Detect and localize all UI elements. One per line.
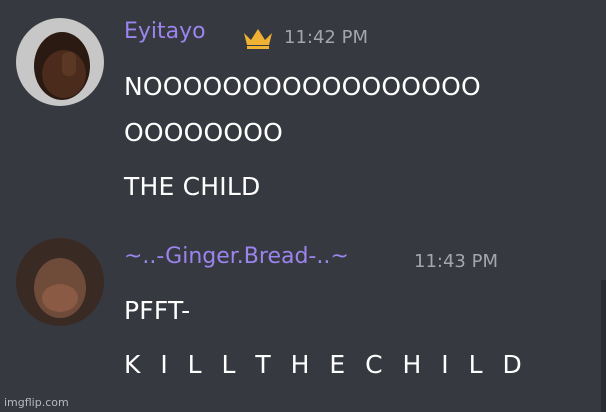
username[interactable]: ~..-Ginger.Bread-..~ — [124, 244, 349, 269]
watermark: imgflip.com — [4, 396, 69, 409]
message-text: OOOOOOOO — [124, 118, 284, 147]
avatar[interactable] — [16, 238, 104, 326]
timestamp: 11:42 PM — [284, 27, 368, 48]
crown-icon — [241, 26, 275, 50]
timestamp: 11:43 PM — [414, 251, 498, 272]
chat-view: Eyitayo 11:42 PM NOOOOOOOOOOOOOOOOO OOOO… — [0, 0, 606, 412]
avatar[interactable] — [16, 18, 104, 106]
message-text: THE CHILD — [124, 172, 261, 201]
scrollbar[interactable] — [601, 280, 606, 412]
avatar-image — [16, 238, 104, 326]
message-text: NOOOOOOOOOOOOOOOOO — [124, 72, 481, 101]
username[interactable]: Eyitayo — [124, 19, 206, 44]
avatar-image — [16, 18, 104, 106]
message-text: K I L L T H E C H I L D — [124, 350, 528, 379]
message-text: PFFT- — [124, 296, 191, 325]
